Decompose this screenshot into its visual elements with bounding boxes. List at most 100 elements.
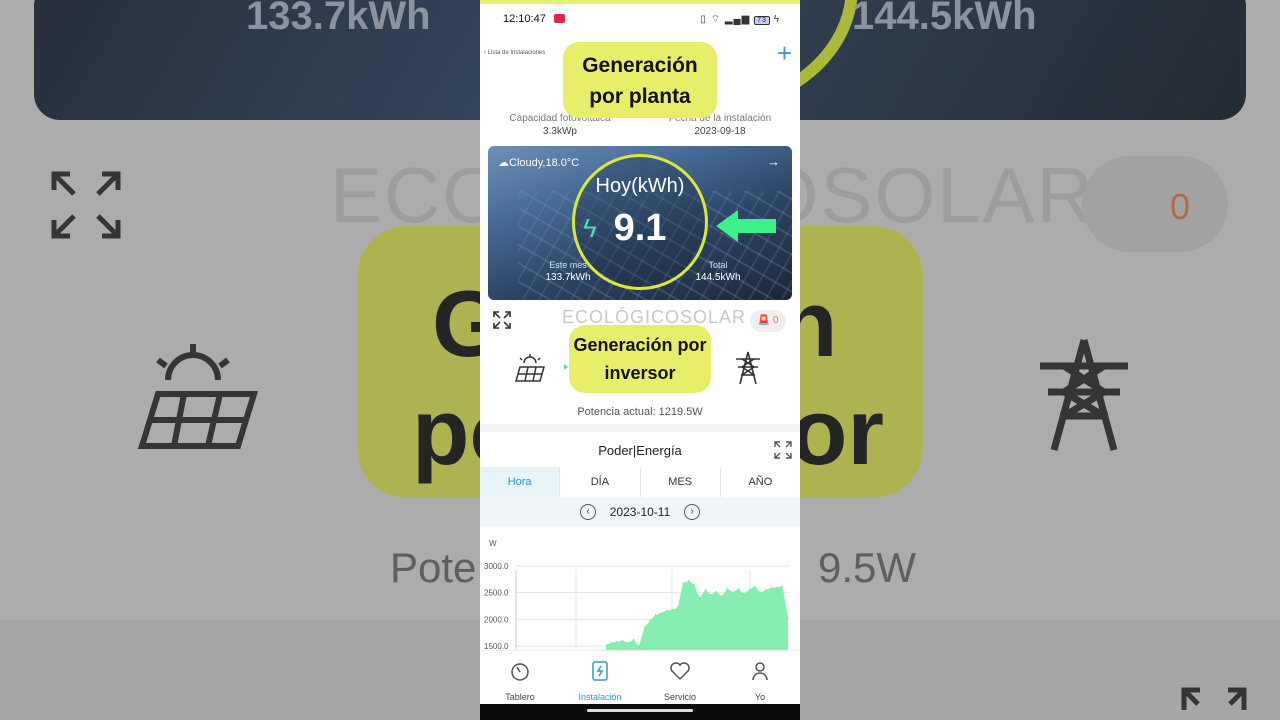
status-icons: ▯ ⌔ ▂▄▆ 73 ϟ [700, 14, 780, 25]
chart-point [666, 610, 668, 612]
chart-point [605, 644, 607, 646]
screen-record-icon [554, 14, 565, 23]
chart-point [682, 582, 684, 584]
phone-screen: 12:10:47 ▯ ⌔ ▂▄▆ 73 ϟ ‹ Lista de Instala… [480, 0, 800, 720]
chart-point [616, 641, 618, 643]
plant-icon [592, 661, 608, 681]
fullscreen-icon[interactable] [774, 441, 792, 459]
nav-servicio[interactable]: Servicio [640, 651, 720, 705]
chart-point [759, 592, 761, 594]
chart-point [743, 593, 745, 595]
nav-label-yo: Yo [754, 692, 766, 702]
chart-point [765, 589, 767, 591]
chart-y-tick: 2500.0 [484, 589, 509, 598]
selected-date: 2023-10-11 [609, 505, 671, 519]
callout-generacion-inversor: Generación por inversor [569, 325, 711, 393]
system-home-bar [480, 704, 800, 720]
solar-panel-icon [515, 354, 545, 382]
back-label: Lista de Instalaciones [487, 50, 546, 56]
weather-label: ☁Cloudy,18.0°C [498, 157, 580, 169]
bottom-navigation: Tablero Instalación Servicio Yo [480, 650, 800, 705]
green-arrow-icon [716, 210, 776, 242]
status-bar: 12:10:47 ▯ ⌔ ▂▄▆ 73 ϟ [480, 4, 800, 32]
chart-y-unit: W [489, 539, 497, 548]
callout-planta-text: Generación por planta [582, 54, 698, 108]
service-icon [670, 662, 690, 681]
section-divider [480, 424, 800, 432]
chart-point [737, 588, 739, 590]
chart-point [770, 587, 773, 589]
callout-inversor-text: Generación por inversor [573, 335, 707, 383]
month-label: Este mes [549, 260, 587, 270]
power-value: 1219.5W [658, 406, 703, 418]
month-stat: Este mes 133.7kWh [528, 260, 608, 283]
nav-tablero[interactable]: Tablero [480, 651, 560, 705]
chart-point [699, 597, 701, 599]
nav-instalacion[interactable]: Instalación [560, 651, 640, 705]
add-icon[interactable]: + [777, 40, 792, 66]
today-label: Hoy(kWh) [595, 175, 685, 197]
chart-svg: 1500.0 2000.0 2500.0 3000.0 [484, 562, 790, 651]
back-button[interactable]: ‹ Lista de Instalaciones [484, 50, 545, 56]
chart-point [754, 585, 756, 587]
total-stat: Total 144.5kWh [678, 260, 758, 283]
period-tabs: Hora DÍA MES AÑO [480, 467, 800, 497]
flow-arrow [564, 364, 568, 370]
chart-point [688, 580, 690, 582]
nav-yo[interactable]: Yo [720, 651, 800, 705]
chart-point [638, 645, 640, 647]
alarm-badge[interactable]: 🚨 0 [750, 310, 786, 332]
nav-label-servicio: Servicio [663, 692, 696, 702]
chart-y-tick: 1500.0 [484, 642, 509, 650]
chart-point [671, 609, 673, 611]
date-selector: ‹ 2023-10-11 › [480, 497, 800, 527]
capacity-value: 3.3kWp [543, 126, 577, 137]
callout-generacion-planta: Generación por planta [563, 42, 717, 118]
current-power: Potencia actual: 1219.5W [480, 406, 800, 418]
chart-point [781, 585, 784, 587]
chart-point [721, 595, 723, 597]
chart-point [649, 619, 651, 621]
chart-point [715, 591, 717, 593]
chart-point [726, 587, 728, 589]
battery-icon: 73 [754, 16, 770, 25]
chart-point [776, 586, 778, 588]
total-label: Total [708, 260, 728, 270]
tab-hora[interactable]: Hora [480, 467, 561, 497]
next-date-button[interactable]: › [684, 504, 700, 520]
plant-hero-card[interactable]: ☁Cloudy,18.0°C → Hoy(kWh) ϟ 9.1 Este mes… [488, 146, 792, 300]
chart-point [655, 614, 657, 616]
user-icon [752, 662, 768, 681]
chart-point [693, 584, 695, 586]
power-label: Potencia actual: [577, 406, 656, 418]
arrow-right-icon[interactable]: → [767, 154, 780, 169]
chart-y-tick: 2000.0 [484, 615, 509, 624]
chart-point [710, 594, 712, 596]
chart-point [644, 626, 646, 628]
chart-point [732, 591, 734, 593]
chart-title: Poder|Energía [598, 443, 682, 458]
today-value: 9.1 [613, 207, 667, 249]
chart-point [610, 642, 613, 644]
chart-point [677, 607, 679, 609]
chart-y-tick: 3000.0 [484, 562, 509, 571]
chart-point [627, 642, 629, 644]
power-chart: W 1500.0 2000.0 2500.0 3000.0 [480, 530, 800, 651]
tab-ano[interactable]: AÑO [720, 467, 800, 497]
grid-tower-icon [736, 351, 760, 385]
install-date-value: 2023-09-18 [694, 126, 746, 137]
home-indicator [587, 709, 693, 712]
expand-icon[interactable] [492, 310, 512, 330]
tab-mes[interactable]: MES [640, 467, 721, 497]
status-time: 12:10:47 [503, 13, 546, 25]
chart-point [748, 588, 750, 591]
chart-point [660, 612, 662, 614]
nav-label-tablero: Tablero [505, 692, 535, 702]
chart-point [621, 640, 624, 642]
dashboard-icon [511, 663, 529, 681]
nav-label-instalacion: Instalación [578, 692, 622, 702]
weather-text: Cloudy,18.0°C [509, 157, 580, 169]
total-value: 144.5kWh [695, 272, 741, 283]
tab-dia[interactable]: DÍA [560, 467, 641, 497]
chart-point [787, 617, 789, 619]
